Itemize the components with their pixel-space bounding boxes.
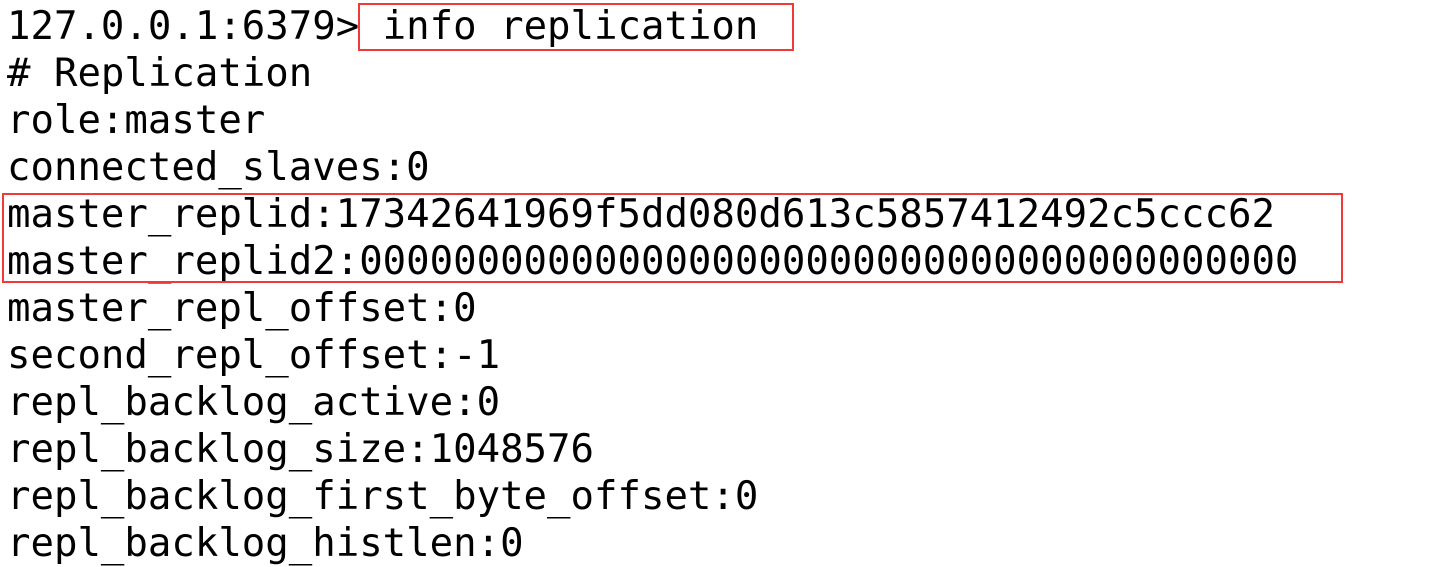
command-highlight-box — [358, 3, 794, 51]
output-line: connected_slaves:0 — [7, 145, 430, 190]
output-line: master_repl_offset:0 — [7, 286, 477, 331]
output-line: second_repl_offset:-1 — [7, 333, 501, 378]
prompt: 127.0.0.1:6379> — [7, 4, 360, 49]
output-line: # Replication — [7, 51, 313, 96]
replid-highlight-box — [2, 193, 1343, 283]
output-line: repl_backlog_histlen:0 — [7, 521, 524, 566]
output-line: role:master — [7, 98, 266, 143]
output-line: repl_backlog_size:1048576 — [7, 427, 594, 472]
output-line: repl_backlog_active:0 — [7, 380, 501, 425]
output-line: repl_backlog_first_byte_offset:0 — [7, 474, 759, 519]
terminal-output: 127.0.0.1:6379> info replication # Repli… — [7, 3, 1298, 567]
